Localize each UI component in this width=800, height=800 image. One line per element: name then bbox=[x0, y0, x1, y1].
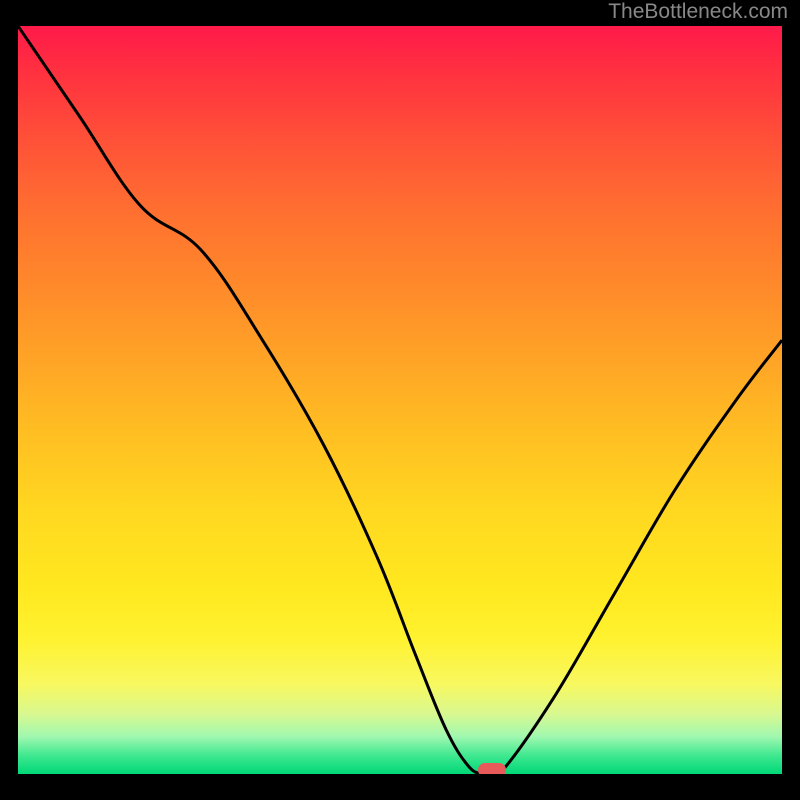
chart-marker bbox=[478, 763, 506, 774]
watermark-text: TheBottleneck.com bbox=[608, 0, 788, 24]
bottleneck-curve-path bbox=[18, 26, 782, 774]
chart-plot-area bbox=[18, 26, 782, 774]
chart-curve bbox=[18, 26, 782, 774]
